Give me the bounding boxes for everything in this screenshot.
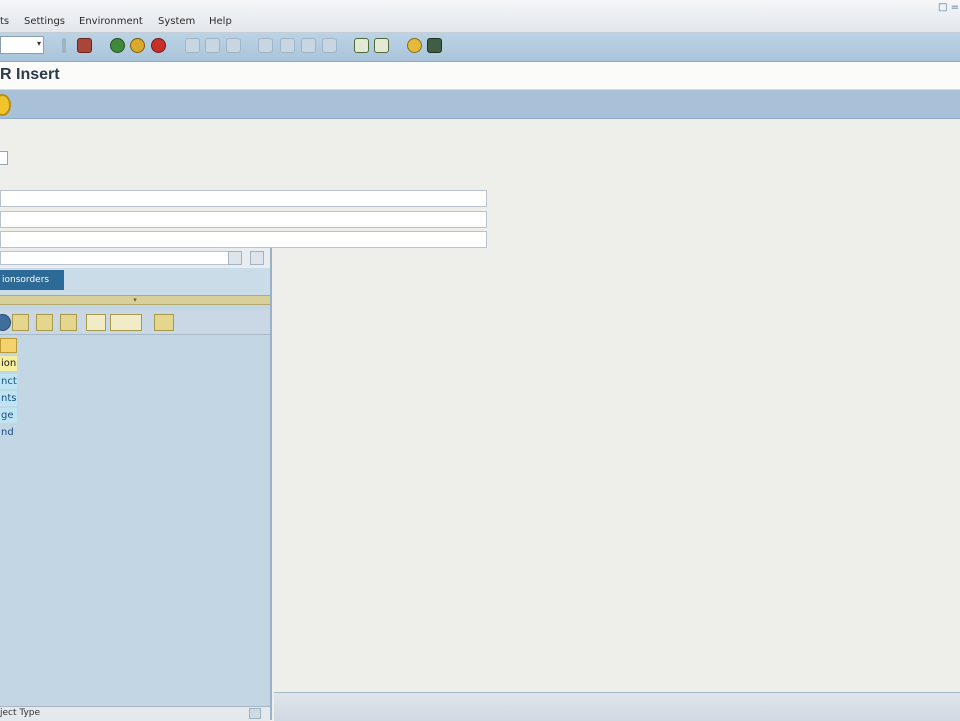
tab-transactions-orders[interactable]: ionsorders xyxy=(0,270,64,290)
input-field-2-text[interactable] xyxy=(1,212,486,227)
edit-icon[interactable] xyxy=(250,251,264,265)
input-field-1[interactable] xyxy=(0,190,487,207)
menu-item-system[interactable]: System xyxy=(158,16,195,27)
settings-icon[interactable] xyxy=(60,314,77,331)
chevron-down-icon[interactable]: ▾ xyxy=(37,39,41,48)
window-controls[interactable]: □ = xyxy=(938,2,960,16)
tree-item-root[interactable] xyxy=(0,338,17,353)
menu-item-environment[interactable]: Environment xyxy=(79,16,143,27)
shortcut-icon[interactable] xyxy=(374,38,389,53)
previous-page-icon[interactable] xyxy=(280,38,295,53)
print-icon[interactable] xyxy=(185,38,200,53)
input-field-1-text[interactable] xyxy=(1,191,486,206)
back-icon[interactable] xyxy=(110,38,125,53)
save-icon[interactable] xyxy=(77,38,92,53)
print-tree-icon[interactable] xyxy=(110,314,142,331)
page-title: R Insert xyxy=(0,66,60,83)
exit-icon[interactable] xyxy=(130,38,145,53)
tree-toolbar xyxy=(0,310,270,335)
menu-item-extras[interactable]: ts xyxy=(0,16,9,27)
refresh-icon[interactable] xyxy=(0,314,11,331)
tree-item-selected[interactable]: ion xyxy=(0,356,17,371)
first-page-icon[interactable] xyxy=(258,38,273,53)
panel-footer: ject Type xyxy=(0,706,270,721)
object-selector-dropdown[interactable] xyxy=(0,251,240,265)
find-icon[interactable] xyxy=(205,38,220,53)
command-input[interactable] xyxy=(1,37,35,53)
tree-item[interactable]: nts xyxy=(0,391,17,406)
menu-item-help[interactable]: Help xyxy=(209,16,232,27)
command-field[interactable]: ▾ xyxy=(0,36,44,54)
filter-icon[interactable] xyxy=(86,314,106,331)
menu-item-settings[interactable]: Settings xyxy=(24,16,65,27)
panel-header xyxy=(0,248,270,269)
main-content-area xyxy=(274,248,960,692)
find-next-icon[interactable] xyxy=(226,38,241,53)
menu-bar: ts Settings Environment System Help □ = xyxy=(0,0,960,33)
collapse-icon[interactable] xyxy=(36,314,53,331)
next-page-icon[interactable] xyxy=(301,38,316,53)
expand-icon[interactable] xyxy=(12,314,29,331)
footer-button-icon[interactable] xyxy=(249,708,261,719)
status-bar xyxy=(274,692,960,721)
tree-item[interactable]: ge xyxy=(0,408,17,423)
footer-label: ject Type xyxy=(0,708,41,718)
dropdown-arrow-icon[interactable] xyxy=(228,251,242,265)
cancel-icon[interactable] xyxy=(151,38,166,53)
input-field-3-text[interactable] xyxy=(1,232,486,247)
application-toolbar xyxy=(0,90,960,119)
help-icon[interactable] xyxy=(407,38,422,53)
tree-item[interactable]: nct xyxy=(0,374,17,389)
layout-menu-icon[interactable] xyxy=(427,38,442,53)
system-toolbar: ▾ xyxy=(0,33,960,62)
separator-icon xyxy=(62,38,66,53)
option-checkbox[interactable] xyxy=(0,151,8,165)
input-field-2[interactable] xyxy=(0,211,487,228)
navigation-panel: ionsorders ▾ ion nct nts ge nd ject Type xyxy=(0,248,272,721)
tree-item[interactable]: nd xyxy=(0,425,17,440)
create-session-icon[interactable] xyxy=(354,38,369,53)
input-field-3[interactable] xyxy=(0,231,487,248)
info-icon[interactable] xyxy=(154,314,174,331)
panel-splitter[interactable]: ▾ xyxy=(0,295,270,305)
execute-icon[interactable] xyxy=(0,94,11,116)
last-page-icon[interactable] xyxy=(322,38,337,53)
title-bar: R Insert xyxy=(0,62,960,90)
